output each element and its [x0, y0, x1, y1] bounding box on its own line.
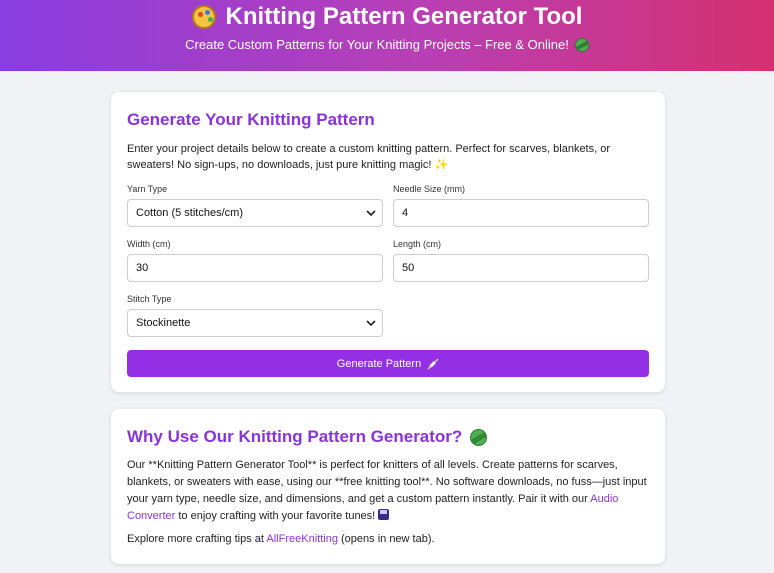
sparkles-icon: ✨: [434, 159, 449, 171]
why-use-text-tail: to enjoy crafting with your favorite tun…: [175, 510, 376, 522]
yarn-ball-icon: [574, 38, 589, 52]
why-use-heading-text: Why Use Our Knitting Pattern Generator?: [127, 427, 463, 446]
crafting-tips-paragraph: Explore more crafting tips at AllFreeKni…: [127, 531, 652, 548]
generator-heading: Generate Your Knitting Pattern: [127, 110, 375, 129]
needle-size-label: Needle Size (mm): [393, 184, 466, 194]
generator-intro: Enter your project details below to crea…: [127, 141, 652, 173]
stitch-type-label: Stitch Type: [127, 294, 172, 304]
chevron-down-icon: [366, 210, 376, 217]
yarn-type-select[interactable]: Cotton (5 stitches/cm): [127, 199, 383, 227]
header-banner: Knitting Pattern Generator Tool Create C…: [0, 0, 774, 71]
generator-card: Generate Your Knitting Pattern Enter you…: [111, 92, 665, 392]
generate-pattern-label: Generate Pattern: [336, 357, 422, 370]
yarn-ball-icon: [470, 428, 488, 446]
page-title-text: Knitting Pattern Generator Tool: [225, 3, 583, 30]
music-icon: [378, 509, 390, 520]
width-value: 30: [136, 262, 149, 274]
chevron-down-icon: [366, 320, 376, 327]
length-label: Length (cm): [393, 239, 442, 249]
why-use-paragraph: Our **Knitting Pattern Generator Tool** …: [127, 457, 652, 525]
why-use-text: Our **Knitting Pattern Generator Tool** …: [127, 459, 647, 505]
stitch-type-value: Stockinette: [136, 317, 191, 329]
width-label: Width (cm): [127, 239, 171, 249]
page-title: Knitting Pattern Generator Tool: [0, 2, 774, 32]
crafting-tips-text: Explore more crafting tips at: [127, 533, 267, 545]
stitch-type-select[interactable]: Stockinette: [127, 309, 383, 337]
generator-intro-text: Enter your project details below to crea…: [127, 143, 611, 171]
page-subtitle: Create Custom Patterns for Your Knitting…: [0, 36, 774, 54]
generate-pattern-button[interactable]: Generate Pattern: [127, 350, 649, 377]
needle-size-input[interactable]: 4: [393, 199, 649, 227]
why-use-heading: Why Use Our Knitting Pattern Generator?: [127, 427, 488, 447]
length-input[interactable]: 50: [393, 254, 649, 282]
crafting-tips-tail: (opens in new tab).: [337, 533, 435, 545]
allfreeknitting-link[interactable]: AllFreeKnitting: [266, 533, 338, 545]
yarn-type-label: Yarn Type: [127, 184, 168, 194]
why-use-card: Why Use Our Knitting Pattern Generator? …: [111, 409, 665, 564]
width-input[interactable]: 30: [127, 254, 383, 282]
needle-size-value: 4: [402, 207, 409, 219]
page-subtitle-text: Create Custom Patterns for Your Knitting…: [185, 37, 569, 52]
syringe-icon: [427, 358, 439, 369]
yarn-type-value: Cotton (5 stitches/cm): [136, 207, 243, 219]
length-value: 50: [402, 262, 415, 274]
palette-icon: [191, 5, 216, 29]
